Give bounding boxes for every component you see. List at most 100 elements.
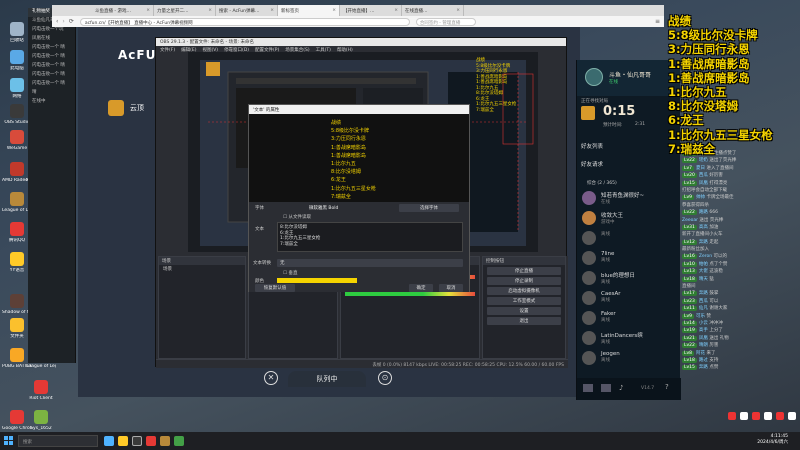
friend-item[interactable]: 知若青鱼渊很好~ 在线 <box>577 188 681 208</box>
control-button[interactable]: 退出 <box>487 317 561 325</box>
control-button[interactable]: 设置 <box>487 307 561 315</box>
chat-username[interactable]: 可乐 <box>696 314 705 319</box>
chat-message: Lv31 高高 加油 <box>682 224 800 231</box>
explorer-icon[interactable] <box>118 436 128 446</box>
antialias-select[interactable]: 无 <box>277 259 463 267</box>
browser-tab[interactable]: 新标签页 × <box>278 5 340 16</box>
chat-username[interactable]: 高手 <box>699 328 708 333</box>
ok-button[interactable]: 确定 <box>409 284 433 292</box>
friend-item[interactable]: 离线 <box>577 228 681 248</box>
browser-search-input[interactable]: 合同签约 - 管理直播 <box>415 17 476 26</box>
tray-app-icon[interactable] <box>739 412 748 420</box>
menu-icon[interactable]: ≡ <box>655 18 660 25</box>
friend-requests[interactable]: 好友请求 <box>581 160 603 168</box>
close-tab-icon[interactable]: × <box>146 8 150 13</box>
vertical-checkbox[interactable]: ☐ 垂直 <box>283 270 297 276</box>
tray-app-icon[interactable] <box>787 412 796 420</box>
desktop-icon[interactable]: Riot Client <box>26 380 56 414</box>
close-tab-icon[interactable]: × <box>270 8 274 13</box>
chat-username[interactable]: 仙凡 <box>699 306 708 311</box>
scene-item[interactable]: 场景 <box>159 265 245 272</box>
control-button[interactable]: 启动虚拟摄像机 <box>487 287 561 295</box>
close-tab-icon[interactable]: × <box>456 8 460 13</box>
chat-username[interactable]: 小云 <box>699 321 708 326</box>
mic-icon[interactable]: ♪ <box>619 384 623 392</box>
chat-username[interactable]: 凤凰 <box>699 336 708 341</box>
help-icon[interactable]: ? <box>665 383 669 391</box>
tray-app-icon[interactable] <box>763 412 772 420</box>
chrome-taskbar-icon[interactable] <box>146 436 156 446</box>
cancel-button[interactable]: 取消 <box>439 284 463 292</box>
friend-item[interactable]: 7line 离线 <box>577 248 681 268</box>
control-button[interactable]: 停止直播 <box>487 267 561 275</box>
wechat-taskbar-icon[interactable] <box>174 436 184 446</box>
friend-item[interactable]: Faker 离线 <box>577 308 681 328</box>
cancel-queue-icon[interactable]: ✕ <box>264 371 278 385</box>
league-taskbar-icon[interactable] <box>160 436 170 446</box>
browser-window[interactable]: 斗鱼直播 - 游戏… × 力量之星开二… × 搜索 - AcFun弹幕… × 新标签页 × 【开… <box>52 5 664 27</box>
folder-icon[interactable] <box>601 384 611 392</box>
task-view-icon[interactable] <box>104 436 114 446</box>
close-tab-icon[interactable]: × <box>394 8 398 13</box>
user-avatar[interactable] <box>585 68 603 86</box>
preview-text-line: 1:善战席暗影岛 <box>331 152 366 159</box>
chat-username[interactable]: 大佬 <box>699 269 708 274</box>
back-icon[interactable]: ‹ <box>56 18 58 25</box>
friend-item[interactable]: CaesAr 离线 <box>577 288 681 308</box>
chat-username[interactable]: 瑶奶 <box>699 158 708 163</box>
chat-username[interactable]: 西瓜 <box>699 173 708 178</box>
obs-taskbar-icon[interactable] <box>132 436 142 446</box>
browser-tab[interactable]: 力量之星开二… × <box>154 5 216 16</box>
obs-menu-item[interactable]: 文件(F) <box>160 48 175 53</box>
friend-group[interactable]: 综合 (2 / 365) <box>587 180 617 186</box>
close-tab-icon[interactable]: × <box>332 8 336 13</box>
text-properties-dialog[interactable]: '文本' 的属性 战绩 5:8级比尔没卡牌 3:力压同行永恩 1:善战席暗影岛 1:善战… <box>248 104 470 292</box>
from-file-checkbox[interactable]: ☐ 从文件读取 <box>283 214 311 220</box>
system-clock[interactable]: 4:11:45 2024/4/6/周六 <box>757 434 788 446</box>
taskbar-search[interactable]: 搜索 <box>18 435 98 447</box>
chat-username[interactable]: 帅帅 <box>696 195 705 200</box>
chat-username[interactable]: Zeeoar <box>682 218 698 223</box>
friend-item[interactable]: blue的理想日 离线 <box>577 268 681 288</box>
control-button[interactable]: 工作室模式 <box>487 297 561 305</box>
chat-username[interactable]: 夏日 <box>696 166 705 171</box>
address-input[interactable]: acfun.cn/【开始直播】 直播中心 - AcFun弹幕视频网 <box>79 17 410 26</box>
defaults-button[interactable]: 恢复默认值 <box>255 284 295 292</box>
chat-icon[interactable] <box>583 384 593 392</box>
tray-app-icon[interactable] <box>728 412 736 420</box>
tray-app-icon[interactable] <box>775 412 784 420</box>
color-swatch[interactable] <box>277 278 357 283</box>
browser-tab[interactable]: 斗鱼直播 - 游戏… × <box>92 5 154 16</box>
browser-tab[interactable]: 【开始直播】… × <box>340 5 402 16</box>
refresh-icon[interactable]: ⟳ <box>69 18 74 25</box>
chat-username[interactable]: 凤凰 <box>699 181 708 186</box>
chat-username[interactable]: 奔路 <box>699 365 708 370</box>
forward-icon[interactable]: › <box>62 18 64 25</box>
friend-item[interactable]: LatinDancers缤 离线 <box>577 328 681 348</box>
friend-item[interactable]: 收敛大王 游戏中 <box>577 208 681 228</box>
chat-username[interactable]: Zeron <box>699 254 712 259</box>
queue-option-icon[interactable]: ⊙ <box>378 371 392 385</box>
chat-username[interactable]: 晴天 <box>699 277 708 282</box>
start-icon[interactable] <box>4 436 13 445</box>
chat-username[interactable]: 奔路 <box>699 291 708 296</box>
volume-meter[interactable] <box>345 292 475 296</box>
friend-item[interactable]: Jeogen 离线 <box>577 348 681 368</box>
chat-username[interactable]: 奔路 <box>699 240 708 245</box>
choose-font-button[interactable]: 选择字体 <box>399 204 459 212</box>
chat-username[interactable]: 路路 <box>699 210 708 215</box>
gift-chat-window[interactable]: 礼物抽奖 斗鱼仙凡哥哥 闪电击败一个玩 凤凰在线 闪电击败一个 晴闪电击败一个 晴闪电… <box>28 8 76 363</box>
browser-tab[interactable]: 在线直播… × <box>402 5 464 16</box>
chat-username[interactable]: 晴朗 <box>699 343 708 348</box>
chat-username[interactable]: 西瓜 <box>699 299 708 304</box>
control-button[interactable]: 停止录制 <box>487 277 561 285</box>
chat-username[interactable]: 帕帕 <box>699 262 708 267</box>
chat-username[interactable]: 高高 <box>699 225 708 230</box>
chat-username[interactable]: 路过 <box>699 358 708 363</box>
text-input[interactable]: 8:比尔没塔姆 6:龙王 1:比尔九五三星女枪 7:瑞兹全 <box>277 222 463 252</box>
browser-tab[interactable]: 搜索 - AcFun弹幕… × <box>216 5 278 16</box>
league-client-panel[interactable]: 斗鱼・仙凡哥哥 在线 正在寻找对局 0:15 预计时间: 2:31 好友列表 好… <box>576 60 681 400</box>
chat-username[interactable]: 阿花 <box>696 351 705 356</box>
close-tab-icon[interactable]: × <box>208 8 212 13</box>
tray-app-icon[interactable] <box>751 412 760 420</box>
